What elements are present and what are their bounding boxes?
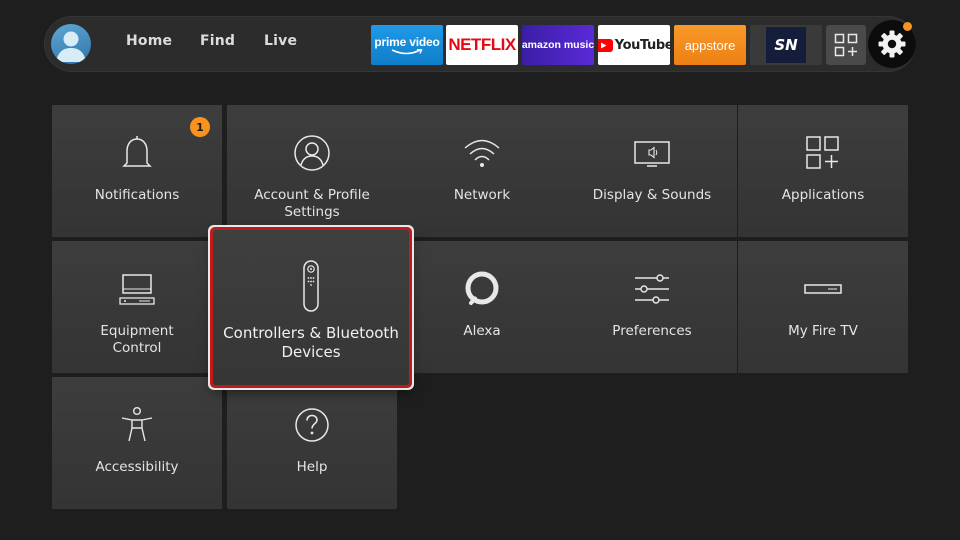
tile-equipment-control[interactable]: Equipment Control — [52, 241, 222, 373]
tile-label: Controllers & Bluetooth Devices — [223, 324, 399, 361]
tile-label: Equipment Control — [100, 323, 174, 356]
smile-arrow-icon — [391, 49, 423, 55]
profile-icon — [294, 135, 330, 171]
tile-label: Accessibility — [95, 459, 179, 475]
all-apps-button[interactable] — [826, 25, 866, 65]
remote-icon — [303, 260, 319, 312]
tile-label: Notifications — [94, 187, 180, 203]
tile-label: Display & Sounds — [592, 187, 712, 203]
tile-accessibility[interactable]: Accessibility — [52, 377, 222, 509]
tile-label: Help — [296, 459, 328, 475]
netflix-logo: NETFLIX — [448, 35, 516, 54]
apps-grid-icon — [834, 33, 858, 57]
nav-find[interactable]: Find — [200, 33, 235, 49]
firetv-icon — [804, 284, 842, 294]
tile-label: Preferences — [612, 323, 692, 339]
tile-network[interactable]: Network — [397, 105, 567, 237]
youtube-logo: YouTube — [598, 38, 670, 53]
appstore-logo: appstore — [684, 37, 736, 53]
tile-label: Applications — [781, 187, 865, 203]
nav-live[interactable]: Live — [264, 33, 297, 49]
app-amazon-music[interactable]: amazon music — [522, 25, 594, 65]
tile-applications[interactable]: Applications — [738, 105, 908, 237]
tile-label: My Fire TV — [788, 323, 858, 339]
amazon-music-logo: amazon music — [522, 39, 594, 51]
tile-help[interactable]: Help — [227, 377, 397, 509]
nav-home[interactable]: Home — [126, 33, 172, 49]
equipment-icon — [119, 274, 155, 305]
app-netflix[interactable]: NETFLIX — [446, 25, 518, 65]
tile-alexa[interactable]: Alexa — [397, 241, 567, 373]
youtube-play-icon — [598, 38, 613, 52]
app-youtube[interactable]: YouTube — [598, 25, 670, 65]
sportsnet-logo: SN — [766, 27, 806, 63]
app-prime-video[interactable]: prime video — [371, 25, 443, 65]
sliders-icon — [635, 274, 669, 304]
tile-preferences[interactable]: Preferences — [567, 241, 737, 373]
tile-display-sounds[interactable]: Display & Sounds — [567, 105, 737, 237]
profile-avatar[interactable] — [51, 24, 91, 64]
top-navigation-bar: Home Find Live prime video NETFLIX amazo… — [44, 16, 916, 72]
tile-account-profile-settings[interactable]: Account & Profile Settings — [227, 105, 397, 237]
tile-label: Network — [453, 187, 511, 203]
tile-my-fire-tv[interactable]: My Fire TV — [738, 241, 908, 373]
tile-label: Alexa — [463, 323, 501, 339]
apps-icon — [806, 136, 839, 169]
gear-icon — [878, 30, 906, 58]
app-appstore[interactable]: appstore — [674, 25, 746, 65]
tile-notifications[interactable]: 1 Notifications — [52, 105, 222, 237]
user-silhouette-icon — [56, 31, 86, 62]
settings-notification-dot — [903, 22, 912, 31]
bell-icon — [122, 136, 152, 167]
accessibility-icon — [121, 407, 153, 442]
help-icon — [295, 408, 329, 442]
wifi-icon — [464, 139, 500, 167]
app-sportsnet[interactable]: SN — [750, 25, 822, 65]
display-icon — [634, 141, 670, 167]
prime-video-logo: prime video — [374, 35, 440, 55]
alexa-icon — [465, 271, 499, 305]
tile-controllers-bluetooth-devices[interactable]: Controllers & Bluetooth Devices — [213, 230, 409, 385]
tile-label: Account & Profile Settings — [254, 187, 370, 220]
